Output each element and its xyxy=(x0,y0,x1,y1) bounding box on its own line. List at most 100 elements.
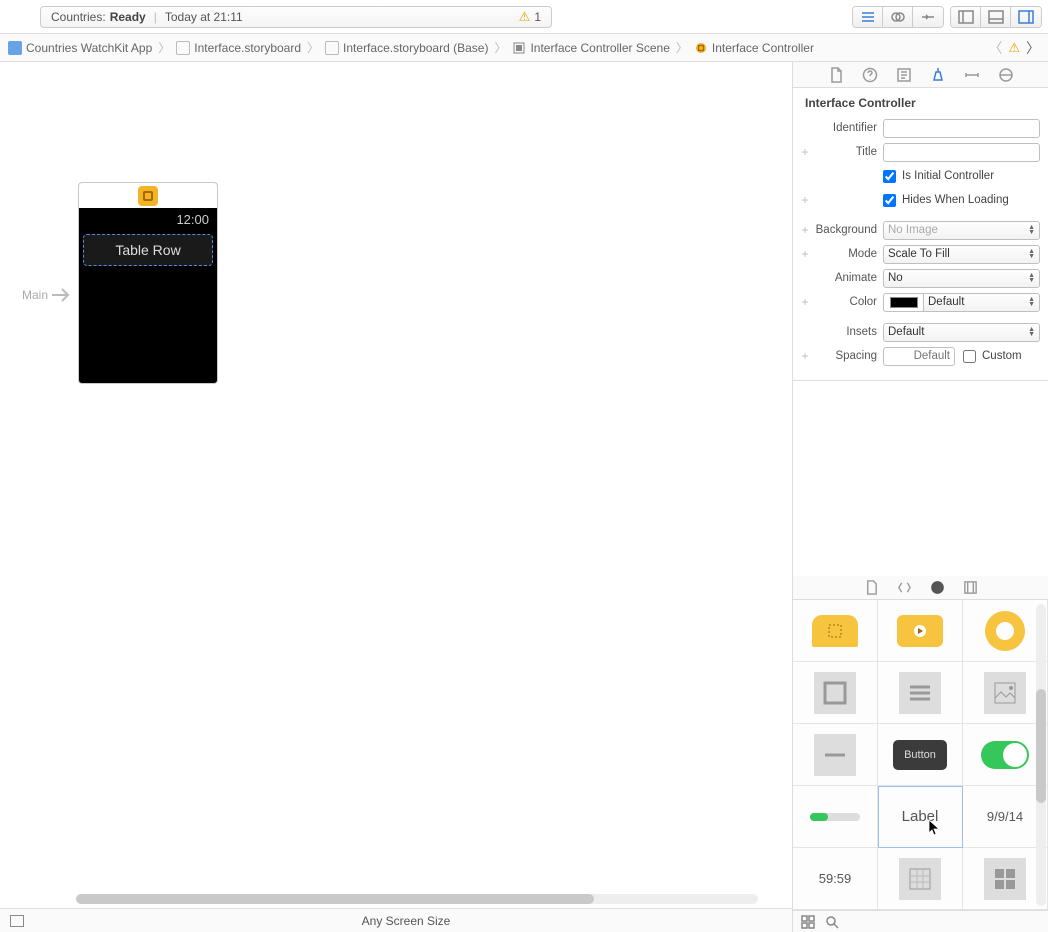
library-item-movie[interactable] xyxy=(878,600,963,662)
standard-editor-button[interactable] xyxy=(853,7,883,27)
identifier-label: Identifier xyxy=(801,122,883,134)
mode-label: Mode xyxy=(801,248,883,260)
status-pill: Countries: Ready | Today at 21:11 ⚠ 1 xyxy=(40,6,552,28)
library-item-separator[interactable] xyxy=(793,724,878,786)
inspector-body: Interface Controller Identifier + Title … xyxy=(793,88,1048,381)
mode-select[interactable]: Scale To Fill▲▼ xyxy=(883,245,1040,264)
warning-count: 1 xyxy=(534,10,541,24)
warning-icon[interactable]: ⚠ xyxy=(519,9,531,25)
library-bottom-bar xyxy=(793,910,1048,932)
object-library: Button Label 9/9/14 59:59 xyxy=(793,576,1048,932)
breadcrumb-item[interactable]: Interface Controller xyxy=(690,41,818,55)
status-state: Ready xyxy=(110,10,146,24)
controller-icon xyxy=(694,41,708,55)
status-project: Countries: xyxy=(51,10,106,24)
help-inspector-tab[interactable] xyxy=(862,67,878,83)
library-item-group[interactable] xyxy=(793,600,878,662)
library-item-picker[interactable] xyxy=(878,662,963,724)
custom-spacing-checkbox[interactable] xyxy=(963,350,976,363)
identity-inspector-tab[interactable] xyxy=(896,67,912,83)
add-attr-button[interactable]: + xyxy=(799,349,811,363)
insets-label: Insets xyxy=(801,326,883,338)
add-attr-button[interactable]: + xyxy=(799,295,811,309)
app-icon xyxy=(8,41,22,55)
editor-mode-group xyxy=(852,6,944,28)
storyboard-icon xyxy=(325,41,339,55)
scene-title-bar[interactable] xyxy=(78,182,218,208)
connections-inspector-tab[interactable] xyxy=(998,67,1014,83)
top-toolbar: Countries: Ready | Today at 21:11 ⚠ 1 xyxy=(0,0,1048,34)
warning-icon[interactable]: ⚠ xyxy=(1008,40,1020,56)
storyboard-icon xyxy=(176,41,190,55)
version-editor-button[interactable] xyxy=(913,7,943,27)
spacing-input[interactable] xyxy=(883,347,955,366)
library-item-table[interactable] xyxy=(793,662,878,724)
hides-label: Hides When Loading xyxy=(902,194,1009,206)
animate-label: Animate xyxy=(801,272,883,284)
add-attr-button[interactable]: + xyxy=(799,247,811,261)
breadcrumb-item[interactable]: Interface.storyboard (Base) xyxy=(321,41,492,55)
breadcrumb-item[interactable]: Countries WatchKit App xyxy=(4,41,156,55)
watch-scene[interactable]: 12:00 Table Row xyxy=(78,182,218,384)
grid-view-button[interactable] xyxy=(801,915,815,929)
insets-select[interactable]: Default▲▼ xyxy=(883,323,1040,342)
color-label: Color xyxy=(801,296,883,308)
nav-forward-button[interactable]: 〉 xyxy=(1026,38,1040,58)
animate-select[interactable]: No▲▼ xyxy=(883,269,1040,288)
background-select[interactable]: No Image▲▼ xyxy=(883,221,1040,240)
add-attr-button[interactable]: + xyxy=(799,223,811,237)
entry-point-arrow[interactable]: Main xyxy=(22,280,78,310)
library-item-label[interactable]: Label xyxy=(878,786,963,848)
inspector-tabs xyxy=(793,62,1048,88)
library-item-map[interactable] xyxy=(878,848,963,910)
add-attr-button[interactable]: + xyxy=(799,193,811,207)
hides-checkbox[interactable] xyxy=(883,194,896,207)
title-label: Title xyxy=(801,146,883,158)
breadcrumb-nav: 〈 ⚠ 〉 xyxy=(988,38,1044,58)
color-swatch[interactable] xyxy=(883,293,923,312)
outline-toggle-button[interactable] xyxy=(10,915,24,927)
file-templates-tab[interactable] xyxy=(864,580,879,595)
canvas-area[interactable]: Main 12:00 Table Row Any Screen Size xyxy=(0,62,792,932)
status-time: Today at 21:11 xyxy=(165,10,243,24)
attributes-inspector-tab[interactable] xyxy=(930,67,946,83)
size-inspector-tab[interactable] xyxy=(964,67,980,83)
assistant-editor-button[interactable] xyxy=(883,7,913,27)
toggle-left-panel-button[interactable] xyxy=(951,7,981,27)
breadcrumb-bar: Countries WatchKit App 〉 Interface.story… xyxy=(0,34,1048,62)
media-library-tab[interactable] xyxy=(963,580,978,595)
title-input[interactable] xyxy=(883,143,1040,162)
nav-back-button[interactable]: 〈 xyxy=(988,38,1002,58)
add-attr-button[interactable]: + xyxy=(799,145,811,159)
canvas-bottom-bar: Any Screen Size xyxy=(0,908,792,932)
list-view-button[interactable] xyxy=(825,915,839,929)
right-panel: Interface Controller Identifier + Title … xyxy=(792,62,1048,932)
is-initial-label: Is Initial Controller xyxy=(902,170,994,182)
spacing-label: Spacing xyxy=(801,350,883,362)
toggle-right-panel-button[interactable] xyxy=(1011,7,1041,27)
library-tabs xyxy=(793,576,1048,600)
library-grid: Button Label 9/9/14 59:59 xyxy=(793,600,1048,910)
library-v-scrollbar[interactable] xyxy=(1036,604,1046,906)
table-row[interactable]: Table Row xyxy=(83,234,213,266)
inspector-header: Interface Controller xyxy=(801,94,1040,116)
toggle-bottom-panel-button[interactable] xyxy=(981,7,1011,27)
controller-dock-icon xyxy=(138,186,158,206)
color-select[interactable]: Default▲▼ xyxy=(923,293,1040,312)
size-class-button[interactable]: Any Screen Size xyxy=(30,914,782,928)
code-snippets-tab[interactable] xyxy=(897,580,912,595)
library-item-slider[interactable] xyxy=(793,786,878,848)
canvas-h-scrollbar[interactable] xyxy=(76,894,758,904)
breadcrumb-item[interactable]: Interface.storyboard xyxy=(172,41,305,55)
watch-face[interactable]: 12:00 Table Row xyxy=(78,208,218,384)
file-inspector-tab[interactable] xyxy=(828,67,844,83)
breadcrumb-item[interactable]: Interface Controller Scene xyxy=(508,41,673,55)
panel-toggle-group xyxy=(950,6,1042,28)
identifier-input[interactable] xyxy=(883,119,1040,138)
custom-label: Custom xyxy=(982,350,1022,362)
object-library-tab[interactable] xyxy=(930,580,945,595)
library-item-button[interactable]: Button xyxy=(878,724,963,786)
library-item-timer[interactable]: 59:59 xyxy=(793,848,878,910)
is-initial-checkbox[interactable] xyxy=(883,170,896,183)
scene-icon xyxy=(512,41,526,55)
